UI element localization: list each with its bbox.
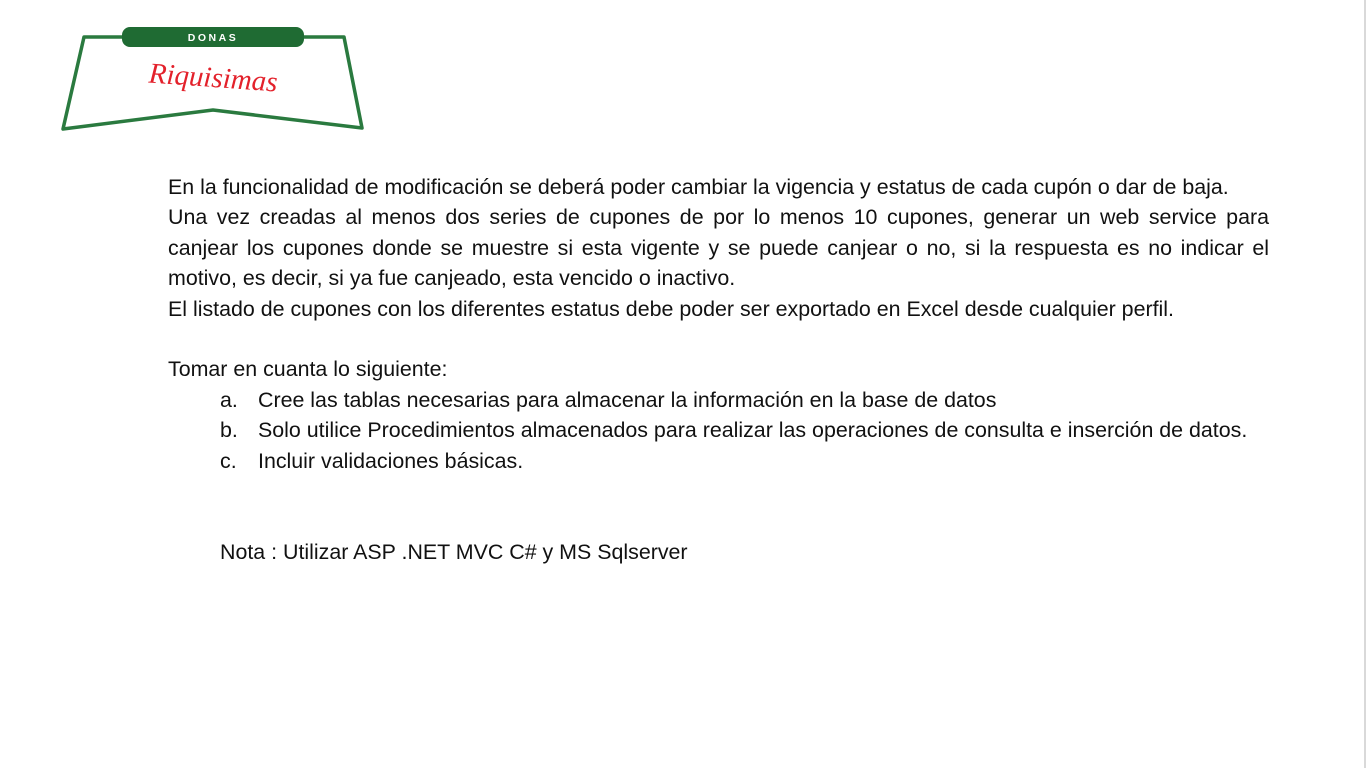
donas-riquisimas-logo: DONAS Riquisimas	[60, 25, 366, 135]
logo-top-text: DONAS	[188, 32, 238, 44]
list-marker: b.	[220, 418, 238, 443]
paragraph-modification: En la funcionalidad de modificación se d…	[168, 175, 1229, 199]
list-item: c. Incluir validaciones básicas.	[220, 446, 1269, 476]
list-item-text: Solo utilice Procedimientos almacenados …	[258, 418, 1248, 443]
list-item-text: Cree las tablas necesarias para almacena…	[258, 387, 997, 412]
list-item-text: Incluir validaciones básicas.	[258, 448, 524, 473]
logo-graphic: DONAS Riquisimas	[61, 27, 364, 131]
paragraph-export: El listado de cupones con los diferentes…	[168, 296, 1174, 321]
requirements-intro: Tomar en cuanta lo siguiente:	[168, 357, 448, 382]
requirements-list: a. Cree las tablas necesarias para almac…	[168, 385, 1269, 476]
paragraph-web-service: Una vez creadas al menos dos series de c…	[168, 205, 1269, 291]
list-marker: a.	[220, 387, 238, 412]
list-marker: c.	[220, 448, 237, 473]
list-item: b. Solo utilice Procedimientos almacenad…	[220, 415, 1269, 445]
list-item: a. Cree las tablas necesarias para almac…	[220, 385, 1269, 415]
slide-body: En la funcionalidad de modificación se d…	[168, 172, 1269, 567]
technology-note: Nota : Utilizar ASP .NET MVC C# y MS Sql…	[220, 539, 688, 564]
